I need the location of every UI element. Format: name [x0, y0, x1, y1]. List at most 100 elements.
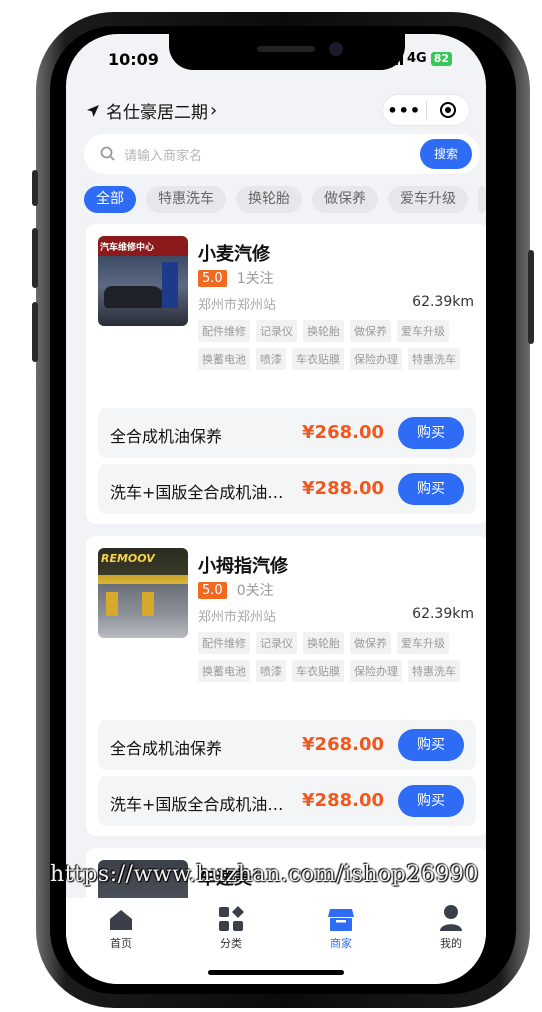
tab-label: 商家 [330, 937, 352, 950]
category-tabs: 全部 特惠洗车 换轮胎 做保养 爱车升级 [84, 186, 486, 213]
service-tag: 配件维修 [198, 632, 250, 654]
service-tag: 特惠洗车 [408, 660, 460, 682]
home-indicator [208, 970, 344, 975]
follow-count: 0关注 [236, 583, 274, 599]
shop-sign-text: 汽车维修中心 [100, 243, 155, 253]
search-button[interactable]: 搜索 [420, 139, 472, 169]
network-label: 4G [406, 51, 427, 66]
service-tag: 记录仪 [256, 632, 297, 654]
product-price: ¥288.00 [302, 478, 384, 499]
product-name: 洗车+国版全合成机油保养 [110, 795, 298, 814]
category-tires[interactable]: 换轮胎 [236, 186, 302, 213]
more-menu-icon[interactable]: ••• [383, 101, 426, 120]
service-tag: 爱车升级 [397, 632, 449, 654]
product-row[interactable]: 洗车+国版全合成机油保养 ¥288.00 购买 [98, 464, 476, 514]
shop-card[interactable]: 汽车维修中心 小麦汽修 5.0 1关注 郑州市郑州站 62.39km 配件维修 … [86, 224, 486, 524]
app-screen: 10:09 4G 82 名仕豪居二期 › ••• 请输入商家名 搜索 全部 特惠… [66, 34, 486, 984]
follow-count: 1关注 [236, 271, 274, 287]
volume-up-button [32, 228, 38, 288]
service-tag: 换蓄电池 [198, 660, 250, 682]
category-maintenance[interactable]: 做保养 [312, 186, 378, 213]
location-bar: 名仕豪居二期 › ••• [66, 94, 486, 126]
product-name: 全合成机油保养 [110, 427, 223, 446]
product-row[interactable]: 全合成机油保养 ¥268.00 购买 [98, 720, 476, 770]
record-circle-icon [439, 102, 456, 118]
buy-button[interactable]: 购买 [398, 785, 464, 817]
service-tag: 喷漆 [256, 348, 286, 370]
category-more[interactable] [478, 186, 486, 213]
service-tag: 保险办理 [350, 660, 402, 682]
shop-name: 小麦汽修 [198, 244, 270, 265]
service-tag: 保险办理 [350, 348, 402, 370]
shop-city: 郑州市郑州站 [198, 610, 277, 625]
service-tag: 爱车升级 [397, 320, 449, 342]
pillar-shape [142, 592, 154, 616]
shop-card[interactable]: REMOOV 小拇指汽修 5.0 0关注 郑州市郑州站 62.39km 配件维修… [86, 536, 486, 836]
service-tags: 配件维修 记录仪 换轮胎 做保养 爱车升级 换蓄电池 喷漆 车衣贴膜 保险办理 … [198, 320, 478, 370]
tab-category[interactable]: 分类 [201, 902, 261, 951]
service-tag: 做保养 [350, 632, 391, 654]
service-tag: 做保养 [350, 320, 391, 342]
chevron-right-icon: › [210, 100, 218, 121]
shop-rating-row: 5.0 0关注 [198, 580, 274, 600]
buy-button[interactable]: 购买 [398, 729, 464, 761]
front-camera [329, 42, 343, 56]
tab-merchant[interactable]: 商家 [311, 902, 371, 951]
tab-label: 分类 [220, 937, 242, 950]
status-time: 10:09 [108, 50, 159, 69]
shop-name: 小拇指汽修 [198, 556, 288, 577]
user-icon [421, 902, 481, 932]
tab-profile[interactable]: 我的 [421, 902, 481, 951]
score-badge: 5.0 [198, 581, 227, 599]
score-badge: 5.0 [198, 269, 227, 287]
service-tag: 车衣贴膜 [292, 660, 344, 682]
product-price: ¥288.00 [302, 790, 384, 811]
shop-icon [311, 902, 371, 932]
tab-home[interactable]: 首页 [91, 902, 151, 951]
service-tag: 喷漆 [256, 660, 286, 682]
service-tag: 配件维修 [198, 320, 250, 342]
shop-thumbnail: REMOOV [98, 548, 188, 638]
service-tag: 车衣贴膜 [292, 348, 344, 370]
power-button [528, 250, 534, 344]
category-all[interactable]: 全部 [84, 186, 136, 213]
shop-thumbnail: 汽车维修中心 [98, 236, 188, 326]
watermark-text: https://www.huzhan.com/ishop26990 [50, 862, 479, 887]
location-name: 名仕豪居二期 [106, 103, 208, 123]
service-tag: 换轮胎 [303, 320, 344, 342]
service-tag: 换蓄电池 [198, 348, 250, 370]
shop-city: 郑州市郑州站 [198, 298, 277, 313]
buy-button[interactable]: 购买 [398, 473, 464, 505]
shop-distance: 62.39km [412, 294, 474, 310]
search-input[interactable]: 请输入商家名 [124, 145, 202, 164]
car-shape [104, 286, 164, 308]
category-car-wash[interactable]: 特惠洗车 [146, 186, 226, 213]
search-icon [100, 146, 115, 161]
home-icon [91, 902, 151, 932]
service-tags: 配件维修 记录仪 换轮胎 做保养 爱车升级 换蓄电池 喷漆 车衣贴膜 保险办理 … [198, 632, 478, 682]
mini-program-capsule: ••• [382, 94, 470, 126]
battery-icon: 82 [430, 51, 452, 66]
product-row[interactable]: 洗车+国版全合成机油保养 ¥288.00 购买 [98, 776, 476, 826]
shop-sign-text: REMOOV [101, 552, 155, 565]
buy-button[interactable]: 购买 [398, 417, 464, 449]
banner-shape [162, 262, 178, 308]
category-upgrade[interactable]: 爱车升级 [388, 186, 468, 213]
search-bar[interactable]: 请输入商家名 搜索 [84, 134, 480, 174]
product-row[interactable]: 全合成机油保养 ¥268.00 购买 [98, 408, 476, 458]
shop-rating-row: 5.0 1关注 [198, 268, 274, 288]
volume-down-button [32, 302, 38, 362]
speaker [257, 46, 315, 52]
service-tag: 换轮胎 [303, 632, 344, 654]
close-program-button[interactable] [426, 102, 469, 118]
product-name: 全合成机油保养 [110, 739, 223, 758]
service-tag: 记录仪 [256, 320, 297, 342]
notch [169, 34, 405, 70]
product-price: ¥268.00 [302, 422, 384, 443]
product-name: 洗车+国版全合成机油保养 [110, 483, 298, 502]
tab-label: 我的 [440, 937, 462, 950]
category-icon [201, 902, 261, 932]
shop-distance: 62.39km [412, 606, 474, 622]
location-selector[interactable]: 名仕豪居二期 › [86, 98, 217, 123]
location-arrow-icon [87, 104, 99, 117]
